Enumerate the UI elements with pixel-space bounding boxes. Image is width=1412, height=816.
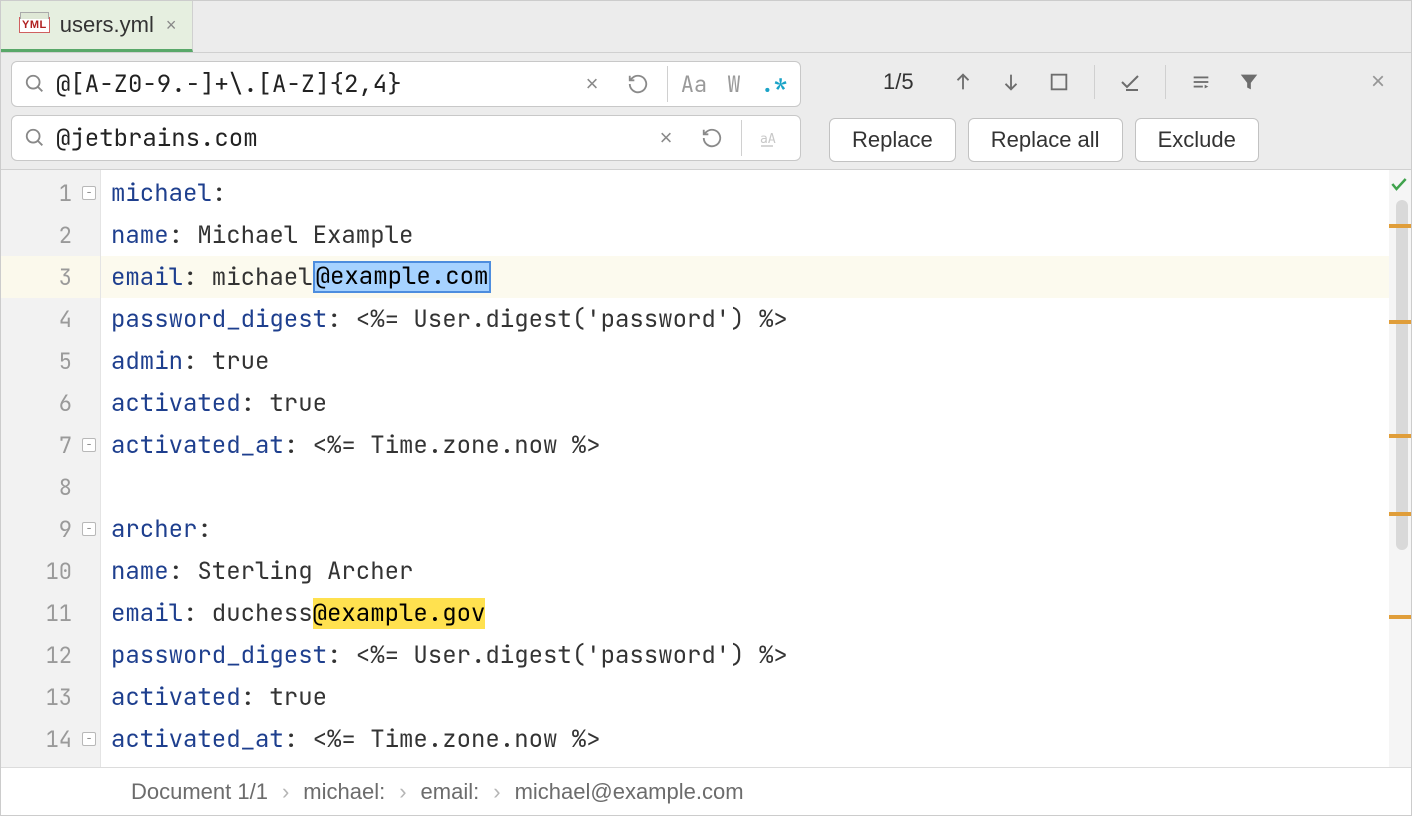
match-count: 1/5 — [823, 69, 936, 95]
yml-file-icon: YML — [19, 17, 50, 33]
filter-icon[interactable] — [1228, 62, 1270, 102]
code-line[interactable]: activated: true — [101, 382, 1411, 424]
chevron-right-icon: › — [493, 779, 500, 805]
chevron-right-icon: › — [282, 779, 289, 805]
replace-search-icon — [24, 127, 46, 149]
fold-icon[interactable]: − — [82, 522, 96, 536]
inspection-ok-icon — [1389, 174, 1409, 199]
code-area[interactable]: michael: name: Michael Example email: mi… — [101, 170, 1411, 767]
code-line[interactable]: activated_at: <%= Time.zone.now %> — [101, 424, 1411, 466]
code-line[interactable]: archer: — [101, 508, 1411, 550]
line-number: 3 — [1, 256, 100, 298]
line-number: 2 — [1, 214, 100, 256]
settings-icon[interactable] — [1180, 62, 1222, 102]
exclude-button[interactable]: Exclude — [1135, 118, 1259, 162]
breadcrumb: Document 1/1 › michael: › email: › micha… — [1, 767, 1411, 815]
replace-input-container: × aA — [11, 115, 801, 161]
fold-icon[interactable]: − — [82, 186, 96, 200]
code-line[interactable]: password_digest: <%= User.digest('passwo… — [101, 634, 1411, 676]
fold-icon[interactable]: − — [82, 732, 96, 746]
next-match-icon[interactable] — [990, 62, 1032, 102]
file-tab[interactable]: YML users.yml × — [1, 1, 193, 52]
scrollbar-thumb[interactable] — [1396, 200, 1408, 550]
occurrence-marker[interactable] — [1389, 224, 1411, 228]
marker-strip — [1389, 170, 1411, 767]
separator — [1165, 65, 1166, 99]
line-number: 5 — [1, 340, 100, 382]
line-number: 1− — [1, 172, 100, 214]
occurrence-marker[interactable] — [1389, 512, 1411, 516]
clear-replace-icon[interactable]: × — [645, 118, 687, 158]
find-toolbar: 1/5 × — [809, 62, 1411, 102]
code-line[interactable]: activated: true — [101, 676, 1411, 718]
preserve-case-icon[interactable]: aA — [750, 118, 792, 158]
clear-find-icon[interactable]: × — [571, 64, 613, 104]
prev-match-icon[interactable] — [942, 62, 984, 102]
find-input-container: × Aa W .* — [11, 61, 801, 107]
line-number: 9− — [1, 508, 100, 550]
line-number: 10 — [1, 550, 100, 592]
code-line[interactable]: name: Sterling Archer — [101, 550, 1411, 592]
find-input[interactable] — [50, 69, 567, 100]
replace-button[interactable]: Replace — [829, 118, 956, 162]
regex-toggle[interactable]: .* — [756, 70, 792, 99]
close-tab-icon[interactable]: × — [164, 15, 179, 36]
breadcrumb-part[interactable]: michael: — [303, 779, 385, 805]
replace-history-icon[interactable] — [691, 118, 733, 158]
replace-all-button[interactable]: Replace all — [968, 118, 1123, 162]
occurrence-marker[interactable] — [1389, 615, 1411, 619]
breadcrumb-doc[interactable]: Document 1/1 — [131, 779, 268, 805]
code-line[interactable]: email: michael@example.com — [101, 256, 1411, 298]
line-number: 7− — [1, 424, 100, 466]
whole-word-toggle[interactable]: W — [716, 70, 752, 99]
chevron-right-icon: › — [399, 779, 406, 805]
find-replace-panel: × Aa W .* 1/5 × — [1, 53, 1411, 170]
line-number: 8 — [1, 466, 100, 508]
separator — [741, 120, 742, 156]
code-line[interactable]: email: duchess@example.gov — [101, 592, 1411, 634]
replace-buttons: Replace Replace all Exclude — [809, 118, 1411, 162]
code-line[interactable]: admin: true — [101, 340, 1411, 382]
separator — [667, 66, 668, 102]
line-number: 13 — [1, 676, 100, 718]
breadcrumb-part[interactable]: michael@example.com — [515, 779, 744, 805]
line-number: 6 — [1, 382, 100, 424]
new-window-icon[interactable] — [1109, 62, 1151, 102]
close-find-icon[interactable]: × — [1359, 68, 1397, 96]
line-gutter: 1−234567−89−1011121314− — [1, 170, 101, 767]
code-line[interactable]: name: Michael Example — [101, 214, 1411, 256]
line-number: 14− — [1, 718, 100, 760]
code-line[interactable]: password_digest: <%= User.digest('passwo… — [101, 298, 1411, 340]
code-line[interactable] — [101, 466, 1411, 508]
code-line[interactable]: michael: — [101, 172, 1411, 214]
code-line[interactable]: activated_at: <%= Time.zone.now %> — [101, 718, 1411, 760]
line-number: 11 — [1, 592, 100, 634]
code-editor[interactable]: 1−234567−89−1011121314− michael: name: M… — [1, 170, 1411, 767]
replace-input[interactable] — [50, 123, 641, 154]
svg-text:aA: aA — [760, 132, 776, 147]
editor-window: YML users.yml × × Aa W .* 1/5 — [0, 0, 1412, 816]
occurrence-marker[interactable] — [1389, 434, 1411, 438]
separator — [1094, 65, 1095, 99]
breadcrumb-part[interactable]: email: — [421, 779, 480, 805]
line-number: 4 — [1, 298, 100, 340]
tab-bar: YML users.yml × — [1, 1, 1411, 53]
select-all-occurrences-icon[interactable] — [1038, 62, 1080, 102]
occurrence-marker[interactable] — [1389, 320, 1411, 324]
match-case-toggle[interactable]: Aa — [676, 70, 712, 99]
line-number: 12 — [1, 634, 100, 676]
history-icon[interactable] — [617, 64, 659, 104]
search-icon — [24, 73, 46, 95]
fold-icon[interactable]: − — [82, 438, 96, 452]
tab-filename: users.yml — [60, 12, 154, 38]
